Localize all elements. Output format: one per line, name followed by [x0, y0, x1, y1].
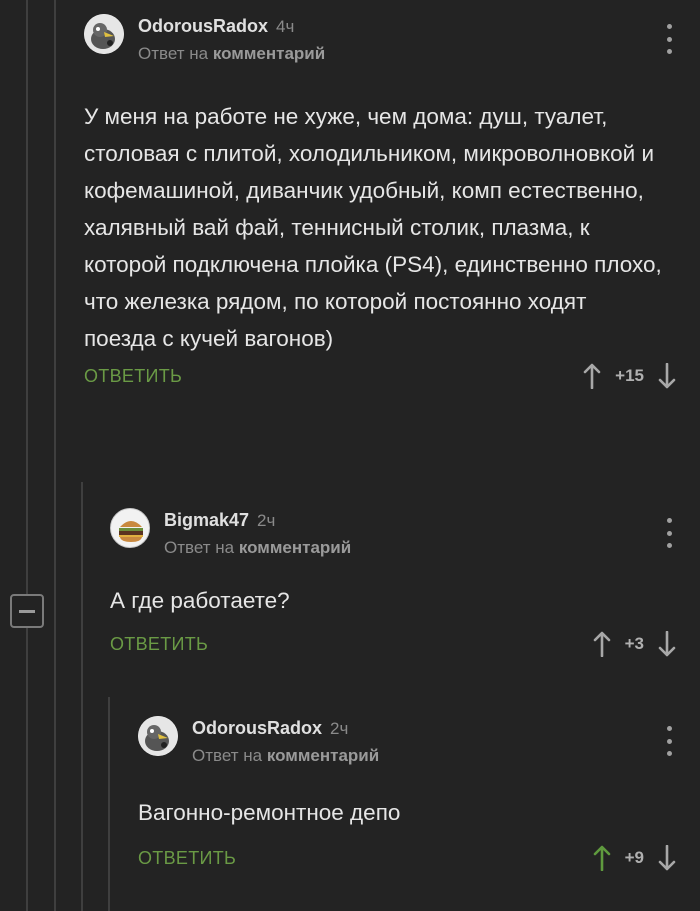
reply-to-line: Ответ на комментарий [192, 746, 379, 766]
comment-header: OdorousRadox 2ч Ответ на комментарий [138, 716, 676, 778]
penguin-avatar[interactable] [84, 14, 124, 54]
upvote-arrow-icon[interactable] [593, 845, 611, 871]
author-name[interactable]: OdorousRadox [192, 718, 322, 738]
reply-target-link[interactable]: комментарий [239, 538, 351, 557]
thread-line-root-lower [26, 628, 28, 911]
reply-prefix: Ответ на [138, 44, 209, 63]
reply-prefix: Ответ на [164, 538, 235, 557]
comment-text: Вагонно-ремонтное депо [138, 800, 401, 825]
comment-time: 4ч [276, 17, 295, 36]
vote-controls: +15 [583, 363, 676, 389]
vote-score: +3 [624, 634, 644, 653]
reply-target-link[interactable]: комментарий [213, 44, 325, 63]
comment-3: OdorousRadox 2ч Ответ на комментарий Ваго… [138, 716, 676, 875]
comment-2: Bigmak47 2ч Ответ на комментарий А где ра… [110, 508, 676, 661]
more-options-icon[interactable] [662, 518, 676, 548]
reply-prefix: Ответ на [192, 746, 263, 765]
downvote-arrow-icon[interactable] [658, 631, 676, 657]
more-options-icon[interactable] [662, 24, 676, 54]
vote-score: +9 [624, 848, 644, 867]
reply-to-line: Ответ на комментарий [164, 538, 351, 558]
comment-text: У меня на работе не хуже, чем дома: душ,… [84, 104, 662, 351]
author-name[interactable]: OdorousRadox [138, 16, 268, 36]
thread-line-level3 [81, 482, 83, 911]
comment-time: 2ч [330, 719, 349, 738]
reply-button[interactable]: ОТВЕТИТЬ [84, 366, 182, 387]
vote-controls: +3 [593, 631, 676, 657]
more-options-icon[interactable] [662, 726, 676, 756]
reply-to-line: Ответ на комментарий [138, 44, 325, 64]
comment-actions: ОТВЕТИТЬ +3 [110, 631, 676, 661]
reply-target-link[interactable]: комментарий [267, 746, 379, 765]
downvote-arrow-icon[interactable] [658, 363, 676, 389]
minus-icon [19, 609, 35, 613]
upvote-arrow-icon[interactable] [583, 363, 601, 389]
thread-line-root [26, 0, 28, 594]
vote-controls: +9 [593, 845, 676, 871]
comment-1: OdorousRadox 4ч Ответ на комментарий У ме… [84, 14, 676, 393]
comment-text: А где работаете? [110, 588, 290, 613]
author-name[interactable]: Bigmak47 [164, 510, 249, 530]
comment-actions: ОТВЕТИТЬ +9 [138, 845, 676, 875]
comment-header: OdorousRadox 4ч Ответ на комментарий [84, 14, 676, 76]
vote-score: +15 [615, 366, 644, 385]
comment-time: 2ч [257, 511, 276, 530]
upvote-arrow-icon[interactable] [593, 631, 611, 657]
comment-actions: ОТВЕТИТЬ +15 [84, 363, 676, 393]
collapse-thread-button[interactable] [10, 594, 44, 628]
downvote-arrow-icon[interactable] [658, 845, 676, 871]
thread-line-level4 [108, 697, 110, 911]
thread-line-level2 [54, 0, 56, 911]
penguin-avatar[interactable] [138, 716, 178, 756]
reply-button[interactable]: ОТВЕТИТЬ [110, 634, 208, 655]
burger-avatar[interactable] [110, 508, 150, 548]
comment-header: Bigmak47 2ч Ответ на комментарий [110, 508, 676, 570]
reply-button[interactable]: ОТВЕТИТЬ [138, 848, 236, 869]
